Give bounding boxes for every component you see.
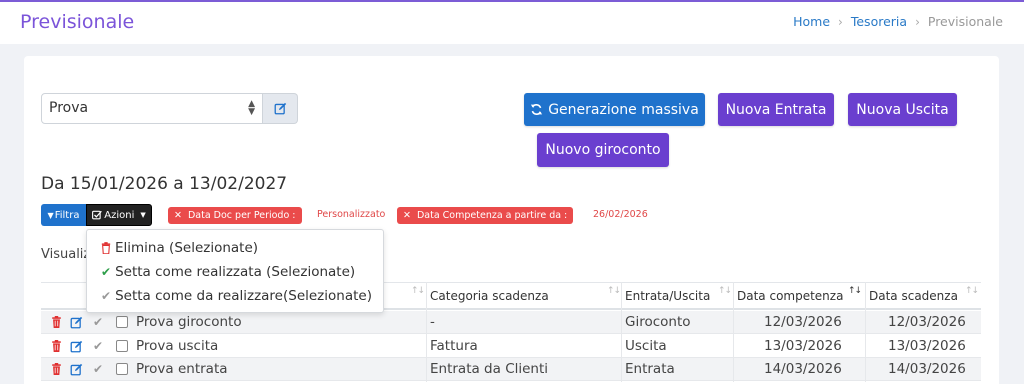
- sort-icon[interactable]: ↑↓: [411, 286, 425, 296]
- filter-tag-label: Data Doc per Periodo :: [187, 210, 296, 221]
- check-icon: ✔: [101, 289, 112, 303]
- row-checkbox[interactable]: [116, 340, 128, 352]
- column-categoria-scadenza[interactable]: Categoria scadenza: [430, 289, 549, 303]
- table-row[interactable]: ✔ Prova entrata Entrata da Clienti Entra…: [41, 358, 981, 381]
- nuovo-giroconto-button[interactable]: Nuovo giroconto: [537, 133, 669, 167]
- visualizza-label: Visualizza: [41, 247, 91, 262]
- trash-icon[interactable]: [49, 315, 63, 329]
- refresh-icon: [531, 104, 543, 115]
- row-tipo: Entrata: [625, 361, 675, 377]
- menu-item-elimina[interactable]: Elimina (Selezionate): [101, 240, 258, 256]
- chevron-right-icon: ›: [915, 14, 920, 29]
- azioni-dropdown-button[interactable]: Azioni ▼: [86, 204, 152, 226]
- row-checkbox[interactable]: [116, 316, 128, 328]
- column-entrata-uscita[interactable]: Entrata/Uscita: [625, 289, 710, 303]
- chevron-right-icon: ›: [838, 14, 843, 29]
- edit-icon: [274, 102, 286, 115]
- generazione-massiva-button[interactable]: Generazione massiva: [524, 93, 705, 126]
- breadcrumb-home[interactable]: Home: [793, 14, 830, 29]
- row-name: Prova entrata: [136, 361, 228, 377]
- menu-item-label: Elimina (Selezionate): [115, 240, 259, 256]
- sort-icon[interactable]: ↑↓: [965, 286, 979, 296]
- menu-item-da-realizzare[interactable]: ✔ Setta come da realizzare(Selezionate): [101, 288, 372, 304]
- column-divider: [733, 282, 734, 382]
- row-categoria: -: [430, 314, 435, 330]
- filter-icon: ▼: [47, 210, 54, 220]
- row-checkbox[interactable]: [116, 363, 128, 375]
- select-arrows-icon: ▲ ▼: [248, 99, 255, 117]
- caret-down-icon: ▼: [140, 211, 146, 219]
- breadcrumb-tesoreria[interactable]: Tesoreria: [851, 14, 907, 29]
- menu-item-realizzata[interactable]: ✔ Setta come realizzata (Selezionate): [101, 264, 355, 280]
- menu-item-label: Setta come realizzata (Selezionate): [115, 264, 356, 280]
- page-title: Previsionale: [20, 11, 135, 33]
- azioni-dropdown-menu: Elimina (Selezionate) ✔ Setta come reali…: [86, 229, 384, 313]
- check-icon[interactable]: ✔: [91, 362, 105, 376]
- row-name: Prova uscita: [136, 338, 219, 354]
- edit-icon[interactable]: [69, 315, 83, 329]
- menu-item-label: Setta come da realizzare(Selezionate): [115, 288, 372, 304]
- row-data-competenza: 13/03/2026: [764, 338, 842, 354]
- breadcrumb: Home › Tesoreria › Previsionale: [793, 14, 1003, 29]
- account-select[interactable]: Prova ▲ ▼: [41, 93, 263, 124]
- row-data-scadenza: 13/03/2026: [888, 338, 966, 354]
- page-header: Previsionale Home › Tesoreria › Previsio…: [0, 2, 1024, 44]
- edit-account-button[interactable]: [263, 93, 298, 124]
- table-row[interactable]: ✔ Prova giroconto - Giroconto 12/03/2026…: [41, 311, 981, 334]
- row-tipo: Giroconto: [625, 314, 691, 330]
- sort-icon[interactable]: ↑↓: [607, 286, 621, 296]
- filtra-label: Filtra: [54, 209, 80, 221]
- edit-icon[interactable]: [69, 339, 83, 353]
- check-icon[interactable]: ✔: [91, 315, 105, 329]
- trash-icon[interactable]: [49, 339, 63, 353]
- filter-tag-data-competenza[interactable]: ✕ Data Competenza a partire da :: [397, 207, 574, 224]
- nuovo-giroconto-label: Nuovo giroconto: [545, 142, 661, 158]
- azioni-label: Azioni: [104, 209, 135, 221]
- nuova-entrata-button[interactable]: Nuova Entrata: [718, 93, 834, 126]
- filtra-button[interactable]: ▼ Filtra: [41, 204, 86, 226]
- row-categoria: Entrata da Clienti: [430, 361, 549, 377]
- nuova-uscita-button[interactable]: Nuova Uscita: [848, 93, 957, 126]
- trash-icon: [101, 242, 111, 254]
- row-name: Prova giroconto: [136, 314, 242, 330]
- row-data-competenza: 12/03/2026: [764, 314, 842, 330]
- nuova-uscita-label: Nuova Uscita: [856, 101, 949, 118]
- account-select-value: Prova: [49, 100, 89, 116]
- table-row[interactable]: ✔ Prova uscita Fattura Uscita 13/03/2026…: [41, 335, 981, 358]
- row-data-scadenza: 12/03/2026: [888, 314, 966, 330]
- trash-icon[interactable]: [49, 362, 63, 376]
- row-categoria: Fattura: [430, 338, 478, 354]
- nuova-entrata-label: Nuova Entrata: [725, 101, 827, 118]
- remove-filter-icon[interactable]: ✕: [174, 210, 182, 221]
- breadcrumb-current: Previsionale: [927, 14, 1003, 29]
- filter-tag-value: Personalizzato: [317, 209, 386, 220]
- column-divider: [865, 282, 866, 382]
- date-range-heading: Da 15/01/2026 a 13/02/2027: [41, 174, 288, 194]
- filter-tag-value: 26/02/2026: [593, 209, 648, 220]
- edit-icon[interactable]: [69, 362, 83, 376]
- column-data-scadenza[interactable]: Data scadenza: [869, 289, 958, 303]
- row-data-scadenza: 14/03/2026: [888, 361, 966, 377]
- filter-tag-data-doc[interactable]: ✕ Data Doc per Periodo :: [168, 207, 302, 224]
- generazione-massiva-label: Generazione massiva: [548, 101, 699, 118]
- column-divider: [426, 282, 427, 382]
- check-icon[interactable]: ✔: [91, 339, 105, 353]
- remove-filter-icon[interactable]: ✕: [403, 210, 411, 221]
- sort-icon[interactable]: ↑↓: [718, 286, 732, 296]
- column-divider: [621, 282, 622, 382]
- column-data-competenza[interactable]: Data competenza: [737, 289, 843, 303]
- filter-tag-label: Data Competenza a partire da :: [416, 210, 568, 221]
- row-data-competenza: 14/03/2026: [764, 361, 842, 377]
- check-icon: ✔: [101, 265, 112, 279]
- row-tipo: Uscita: [625, 338, 667, 354]
- checkbox-checked-icon: [92, 210, 103, 220]
- sort-active-icon[interactable]: ↑↓: [848, 286, 862, 296]
